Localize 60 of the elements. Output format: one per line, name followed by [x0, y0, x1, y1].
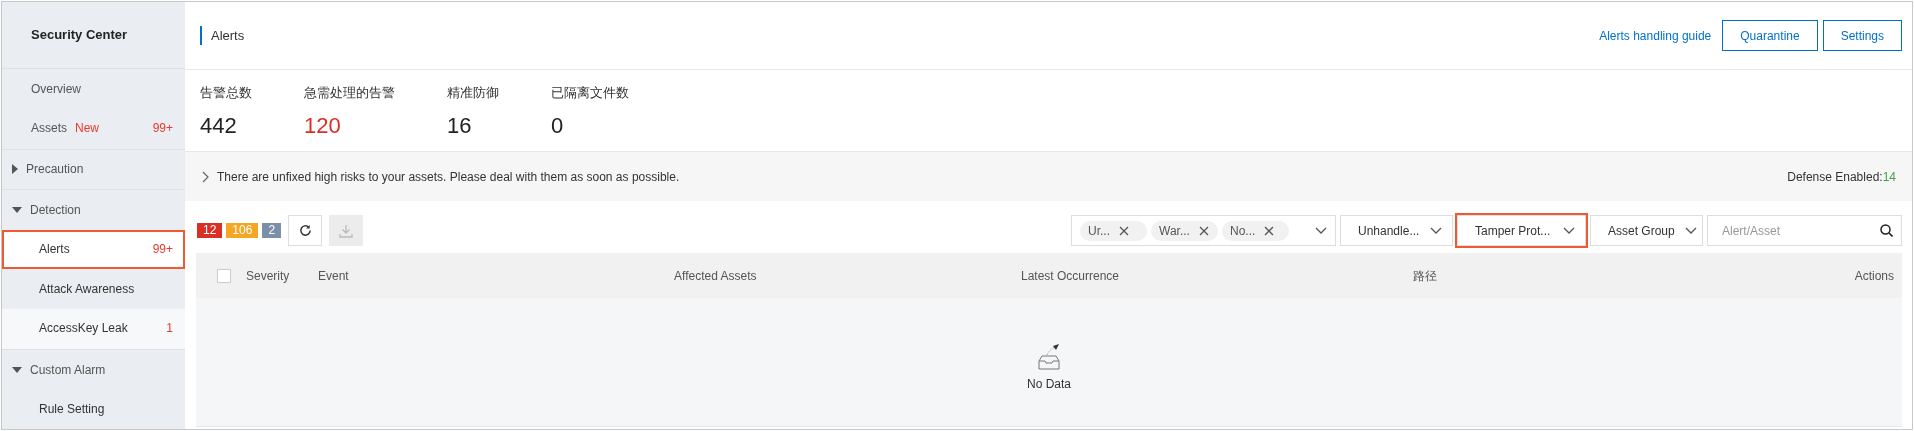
app-title: Security Center	[2, 2, 185, 70]
severity-count[interactable]: 12	[197, 223, 223, 238]
caret-icon	[12, 164, 18, 175]
close-icon	[1198, 225, 1209, 236]
header-button[interactable]: Quarantine	[1722, 20, 1818, 51]
column-header: Affected Assets	[674, 267, 757, 285]
column-header: Actions	[1854, 267, 1894, 285]
stat-value: 120	[304, 111, 342, 140]
filter-tag[interactable]: War...	[1151, 220, 1218, 241]
stat-value: 16	[447, 111, 473, 140]
filter-dropdown[interactable]: Tamper Prot...	[1457, 215, 1586, 246]
page-title: Alerts	[200, 26, 245, 45]
sidebar-item[interactable]: Rule Setting	[2, 389, 185, 429]
chevron-down-icon	[1563, 226, 1575, 235]
refresh-icon	[298, 224, 312, 237]
sidebar-item[interactable]: Attack Awareness	[2, 269, 185, 310]
chevron-down-icon	[1430, 226, 1442, 235]
empty-state-text: No Data	[1027, 376, 1071, 393]
stat-label: 急需处理的告警	[304, 84, 395, 102]
severity-filter[interactable]: Ur... War... No...	[1071, 215, 1336, 246]
caret-icon	[12, 366, 22, 373]
download-icon	[339, 223, 354, 238]
defense-status: Defense Enabled:14	[1787, 168, 1896, 186]
guide-link[interactable]: Alerts handling guide	[1599, 26, 1712, 45]
chevron-down-icon	[1315, 226, 1327, 235]
stat-label: 告警总数	[200, 84, 252, 102]
select-all-checkbox[interactable]	[217, 268, 231, 283]
count-label: 99+	[152, 120, 173, 138]
sidebar-item[interactable]: Assets New 99+	[2, 109, 185, 149]
count-label: 1	[166, 320, 173, 338]
header-button[interactable]: Settings	[1822, 20, 1902, 51]
filter-dropdown[interactable]: Unhandle...	[1340, 215, 1453, 246]
column-header: Event	[318, 267, 350, 285]
sidebar-item[interactable]: Overview	[2, 69, 185, 109]
sidebar-group[interactable]: Custom Alarm	[2, 348, 185, 390]
column-header: 路径	[1412, 267, 1437, 285]
stat-label: 已隔离文件数	[551, 84, 629, 102]
stat-label: 精准防御	[447, 84, 499, 102]
empty-inbox-icon	[1037, 343, 1061, 371]
close-icon	[1264, 225, 1275, 236]
search-icon	[1880, 224, 1893, 237]
notice-text: There are unfixed high risks to your assets. Please deal with them as soon as possible.	[217, 168, 680, 186]
column-header: Latest Occurrence	[1020, 267, 1119, 285]
stat-value: 442	[200, 111, 238, 140]
filter-dropdown[interactable]: Asset Group	[1590, 215, 1703, 246]
column-header: Severity	[246, 267, 291, 285]
sidebar-group[interactable]: Detection	[2, 189, 185, 230]
sidebar-item[interactable]: AccessKey Leak 1	[2, 309, 185, 349]
stat-value: 0	[551, 111, 565, 140]
close-icon	[1119, 225, 1129, 236]
new-tag: New	[75, 119, 100, 138]
filter-tag[interactable]: Ur...	[1080, 220, 1147, 241]
refresh-button[interactable]	[288, 215, 323, 246]
search-field[interactable]: Alert/Asset	[1707, 215, 1902, 246]
sidebar-item[interactable]: Alerts 99+	[2, 229, 185, 270]
caret-icon	[12, 207, 22, 214]
chevron-icon	[202, 170, 209, 183]
chevron-down-icon	[1684, 226, 1697, 235]
filter-tag[interactable]: No...	[1222, 220, 1289, 241]
count-label: 99+	[152, 241, 173, 259]
